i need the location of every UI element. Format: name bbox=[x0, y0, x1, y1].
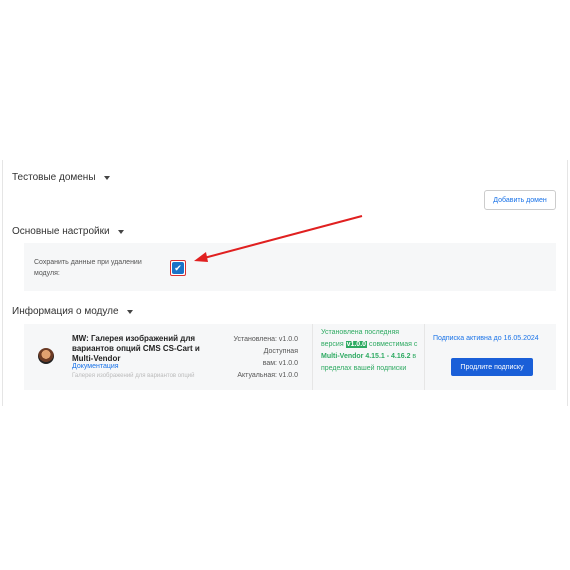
compat-range: Multi-Vendor 4.15.1 - 4.16.2 bbox=[321, 353, 411, 360]
check-icon: ✔ bbox=[174, 263, 182, 273]
available-version-line2: вам: v1.0.0 bbox=[262, 360, 298, 367]
section-main-settings-title: Основные настройки bbox=[12, 226, 110, 237]
installed-version: Установлена: v1.0.0 bbox=[233, 336, 298, 343]
section-test-domains-title: Тестовые домены bbox=[12, 172, 96, 183]
latest-compat: совместимая с bbox=[367, 341, 418, 348]
documentation-link[interactable]: Документация bbox=[72, 363, 119, 370]
keep-data-checkbox[interactable]: ✔ bbox=[172, 262, 184, 274]
version-info: Установлена: v1.0.0 Доступная вам: v1.0.… bbox=[226, 334, 298, 382]
caret-down-icon bbox=[117, 229, 124, 234]
caret-down-icon bbox=[103, 175, 110, 180]
extend-subscription-button[interactable]: Продлите подписку bbox=[451, 358, 533, 376]
latest-version: v1.0.0 bbox=[345, 341, 368, 348]
keep-data-label: Сохранить данные при удалении модуля: bbox=[34, 259, 142, 277]
section-test-domains-toggle[interactable]: Тестовые домены bbox=[12, 172, 110, 183]
module-author-avatar bbox=[38, 348, 54, 364]
add-domain-button[interactable]: Добавить домен bbox=[484, 190, 556, 210]
subscription-status: Подписка активна до 16.05.2024 bbox=[433, 335, 539, 342]
keep-data-checkbox-highlight[interactable]: ✔ bbox=[170, 260, 186, 276]
section-module-info-toggle[interactable]: Информация о модуле bbox=[12, 306, 133, 317]
column-divider bbox=[424, 324, 425, 390]
latest-version-status: Установлена последняя версия v1.0.0 совм… bbox=[321, 327, 421, 375]
section-main-settings-toggle[interactable]: Основные настройки bbox=[12, 226, 124, 237]
caret-down-icon bbox=[126, 309, 133, 314]
available-version-line1: Доступная bbox=[263, 348, 298, 355]
module-name: MW: Галерея изображений для вариантов оп… bbox=[72, 334, 200, 363]
column-divider bbox=[312, 324, 313, 390]
module-description: Галерея изображений для вариантов опций bbox=[72, 373, 195, 379]
actual-version: Актуальная: v1.0.0 bbox=[237, 372, 298, 379]
section-module-info-title: Информация о модуле bbox=[12, 306, 119, 317]
